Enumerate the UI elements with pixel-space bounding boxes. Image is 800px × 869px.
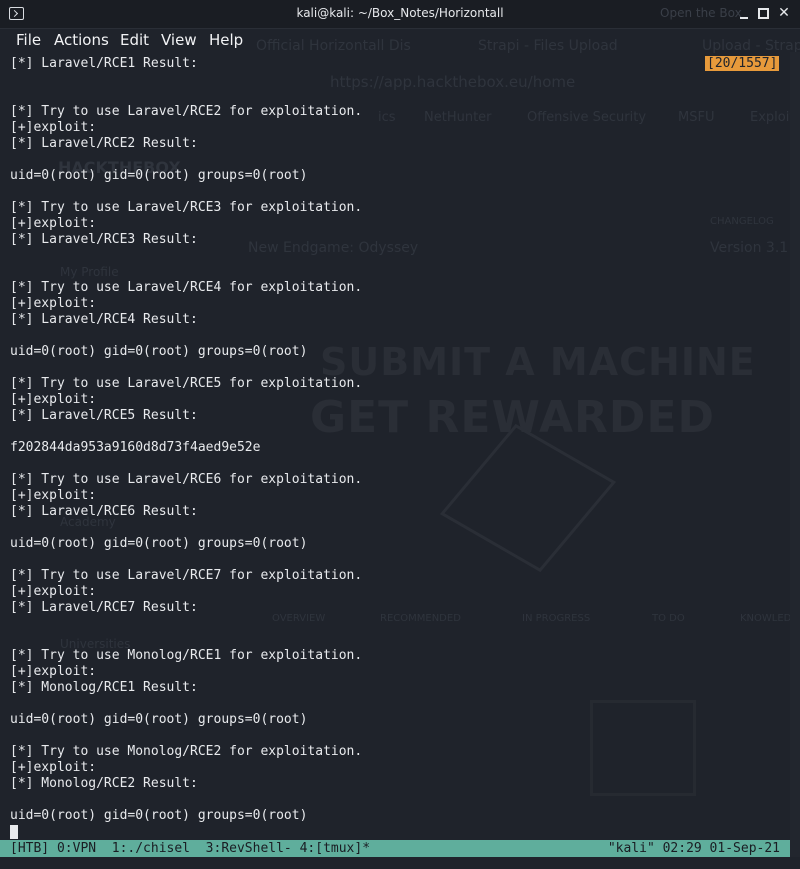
terminal-line: [*] Try to use Monolog/RCE1 for exploita… [10,648,363,663]
terminal-line: [*] Laravel/RCE6 Result: [10,504,198,519]
terminal-line: uid=0(root) gid=0(root) groups=0(root) [10,536,308,551]
tmux-status-right: "kali" 02:29 01-Sep-21 [607,841,780,856]
terminal-line: [+]exploit: [10,584,97,599]
terminal-line: [+]exploit: [10,120,97,135]
terminal-line: [+]exploit: [10,296,97,311]
menu-edit[interactable]: Edit [120,31,149,49]
terminal-line: [*] Try to use Laravel/RCE5 for exploita… [10,376,363,391]
bottom-strip [0,857,800,869]
title-bar: kali@kali: ~/Box_Notes/Horizontall Open … [0,0,800,29]
terminal-line: [*] Try to use Laravel/RCE7 for exploita… [10,568,363,583]
maximize-button[interactable] [756,6,770,20]
menu-bar: File Actions Edit View Help [0,28,800,52]
tmux-window-list[interactable]: [HTB] 0:VPN 1:./chisel 3:RevShell- 4:[tm… [10,840,370,857]
terminal-line: [*] Try to use Laravel/RCE2 for exploita… [10,104,363,119]
terminal-line: [*] Laravel/RCE3 Result: [10,232,198,247]
terminal-output[interactable]: [*] Laravel/RCE1 Result: [*] Try to use L… [10,56,790,824]
terminal-line: [+]exploit: [10,392,97,407]
terminal-line: [+]exploit: [10,664,97,679]
terminal-line: [+]exploit: [10,216,97,231]
terminal-line: uid=0(root) gid=0(root) groups=0(root) [10,344,308,359]
menu-actions[interactable]: Actions [54,31,109,49]
terminal-line: [*] Try to use Laravel/RCE6 for exploita… [10,472,363,487]
close-button[interactable]: ✕ [777,6,791,20]
terminal-line: [*] Try to use Monolog/RCE2 for exploita… [10,744,363,759]
terminal-line: [*] Try to use Laravel/RCE3 for exploita… [10,200,363,215]
menu-help[interactable]: Help [209,31,243,49]
scrollbar-track[interactable] [790,52,800,869]
terminal-line: [*] Laravel/RCE4 Result: [10,312,198,327]
terminal-line: uid=0(root) gid=0(root) groups=0(root) [10,808,308,823]
text-cursor [10,825,18,839]
terminal-line: [*] Laravel/RCE2 Result: [10,136,198,151]
tmux-status-bar: [HTB] 0:VPN 1:./chisel 3:RevShell- 4:[tm… [0,840,790,857]
terminal-line: [*] Monolog/RCE1 Result: [10,680,198,695]
menu-view[interactable]: View [161,31,197,49]
terminal-line: [*] Laravel/RCE1 Result: [10,56,198,71]
terminal-window: Official Horizontall Dis Strapi - Files … [0,0,800,869]
terminal-line: [*] Try to use Laravel/RCE4 for exploita… [10,280,363,295]
minimize-button[interactable] [737,6,751,20]
terminal-line: [*] Monolog/RCE2 Result: [10,776,198,791]
terminal-line: [*] Laravel/RCE7 Result: [10,600,198,615]
terminal-line: uid=0(root) gid=0(root) groups=0(root) [10,168,308,183]
terminal-line: f202844da953a9160d8d73f4aed9e52e [10,440,261,455]
behind-title: Open the Box [660,6,742,20]
terminal-line: [*] Laravel/RCE5 Result: [10,408,198,423]
terminal-line: uid=0(root) gid=0(root) groups=0(root) [10,712,308,727]
terminal-line: [+]exploit: [10,488,97,503]
scroll-position-counter: [20/1557] [705,56,780,71]
menu-file[interactable]: File [16,31,41,49]
terminal-line: [+]exploit: [10,760,97,775]
